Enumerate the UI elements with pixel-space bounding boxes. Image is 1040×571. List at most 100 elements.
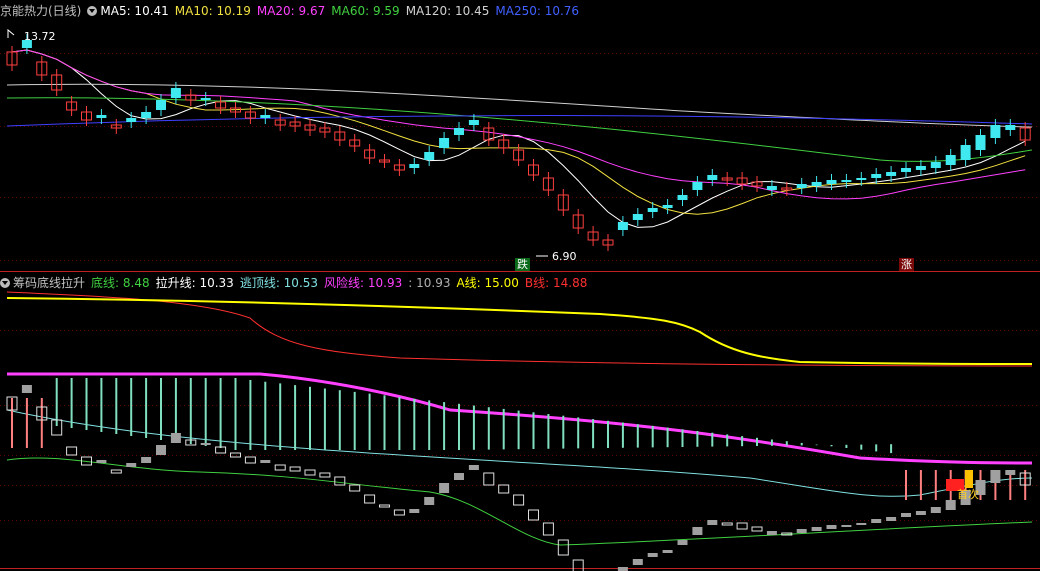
candle-body <box>915 166 926 170</box>
candle-body <box>126 118 137 122</box>
chip-candle <box>915 511 926 515</box>
chip-candle <box>736 522 748 530</box>
chip-candle <box>468 465 479 470</box>
dixian-line <box>6 457 1033 546</box>
candle-body <box>468 120 479 125</box>
chip-candle <box>349 484 361 492</box>
candle-body <box>156 100 166 110</box>
candle-body <box>856 178 867 180</box>
chip-candle <box>990 470 1001 483</box>
high-pointer <box>7 28 15 38</box>
candle-body <box>424 152 435 160</box>
candle-body <box>454 128 464 135</box>
chip-candle <box>126 463 137 467</box>
candle-body <box>200 98 211 100</box>
candle-body <box>766 186 777 190</box>
chip-candle <box>677 540 688 545</box>
chip-candle <box>424 497 435 505</box>
chip-candle <box>721 522 733 526</box>
chip-candle <box>766 531 777 535</box>
candle-body <box>677 195 688 200</box>
chip-candle <box>930 507 941 513</box>
chip-candle <box>334 476 346 486</box>
candle-body <box>811 182 822 186</box>
bottom-bars <box>11 378 1027 500</box>
chip-candle <box>662 550 673 553</box>
chip-candle <box>260 460 271 463</box>
candle-body <box>930 162 941 168</box>
chip-candle <box>811 527 822 531</box>
chip-candle <box>289 466 301 472</box>
candle-body <box>990 125 1001 138</box>
chip-candle <box>513 494 525 506</box>
zhang-tag: 涨 <box>899 258 914 271</box>
chip-candle <box>826 525 837 529</box>
high-price-label: 13.72 <box>24 30 56 43</box>
candle-body <box>692 182 703 190</box>
chip-candle <box>244 456 256 464</box>
chip-candle <box>439 483 450 493</box>
candle-body <box>975 135 986 150</box>
candle-body <box>826 180 837 184</box>
chip-candle <box>141 457 152 463</box>
chip-candle <box>454 473 464 480</box>
chip-candle <box>945 500 956 510</box>
chip-candle <box>557 539 569 556</box>
chip-candle <box>364 494 376 504</box>
chip-candle <box>156 445 166 455</box>
candle-body <box>960 145 971 160</box>
kline-chart-svg <box>0 28 1040 571</box>
chip-candle <box>379 504 390 508</box>
candle-body <box>260 115 271 118</box>
chip-candle <box>528 509 539 521</box>
candle-body <box>841 180 852 182</box>
first-signal-label: 首次 <box>957 488 979 501</box>
candle-body <box>96 115 107 118</box>
top-candles <box>6 34 1031 251</box>
candle-body <box>1005 125 1016 130</box>
chip-candle <box>483 472 495 486</box>
signal-block <box>965 470 973 488</box>
candle-body <box>796 184 807 188</box>
candle-body <box>901 168 911 172</box>
chip-candle <box>542 522 554 536</box>
chip-candle <box>572 559 584 571</box>
candle-body <box>170 88 181 98</box>
chip-candle <box>632 559 643 565</box>
candle-body <box>871 174 882 178</box>
ma5-line <box>11 49 1026 228</box>
chip-candle <box>856 523 867 525</box>
candle-body <box>945 155 956 165</box>
chip-candle <box>692 527 703 535</box>
candle-body <box>647 208 658 212</box>
chip-candle <box>901 513 911 517</box>
chip-candle <box>617 567 628 571</box>
die-tag: 跌 <box>515 258 530 271</box>
chip-candle <box>796 529 807 533</box>
chip-candle <box>871 519 882 523</box>
bline <box>6 291 1033 367</box>
chip-candle <box>393 509 405 516</box>
chip-candle <box>886 517 897 521</box>
chip-candle <box>96 460 107 463</box>
candle-body <box>707 175 718 180</box>
chip-candle <box>498 484 510 494</box>
candle-body <box>617 222 628 230</box>
candle-body <box>632 214 643 220</box>
chip-candle <box>1005 470 1016 475</box>
low-price-label: 6.90 <box>552 250 577 263</box>
chip-candle <box>319 472 331 478</box>
chip-candle <box>21 385 32 393</box>
chip-candle <box>751 526 763 532</box>
candle-body <box>141 112 152 118</box>
candle-body <box>662 205 673 208</box>
chip-candle <box>409 509 420 513</box>
chip-candle <box>200 443 211 445</box>
chip-candle <box>707 520 718 525</box>
ma10-line <box>11 49 1026 215</box>
chip-candle <box>647 553 658 557</box>
chip-candle <box>274 464 286 471</box>
chip-candle <box>304 469 316 476</box>
candle-body <box>886 172 897 176</box>
candle-body <box>439 138 450 148</box>
